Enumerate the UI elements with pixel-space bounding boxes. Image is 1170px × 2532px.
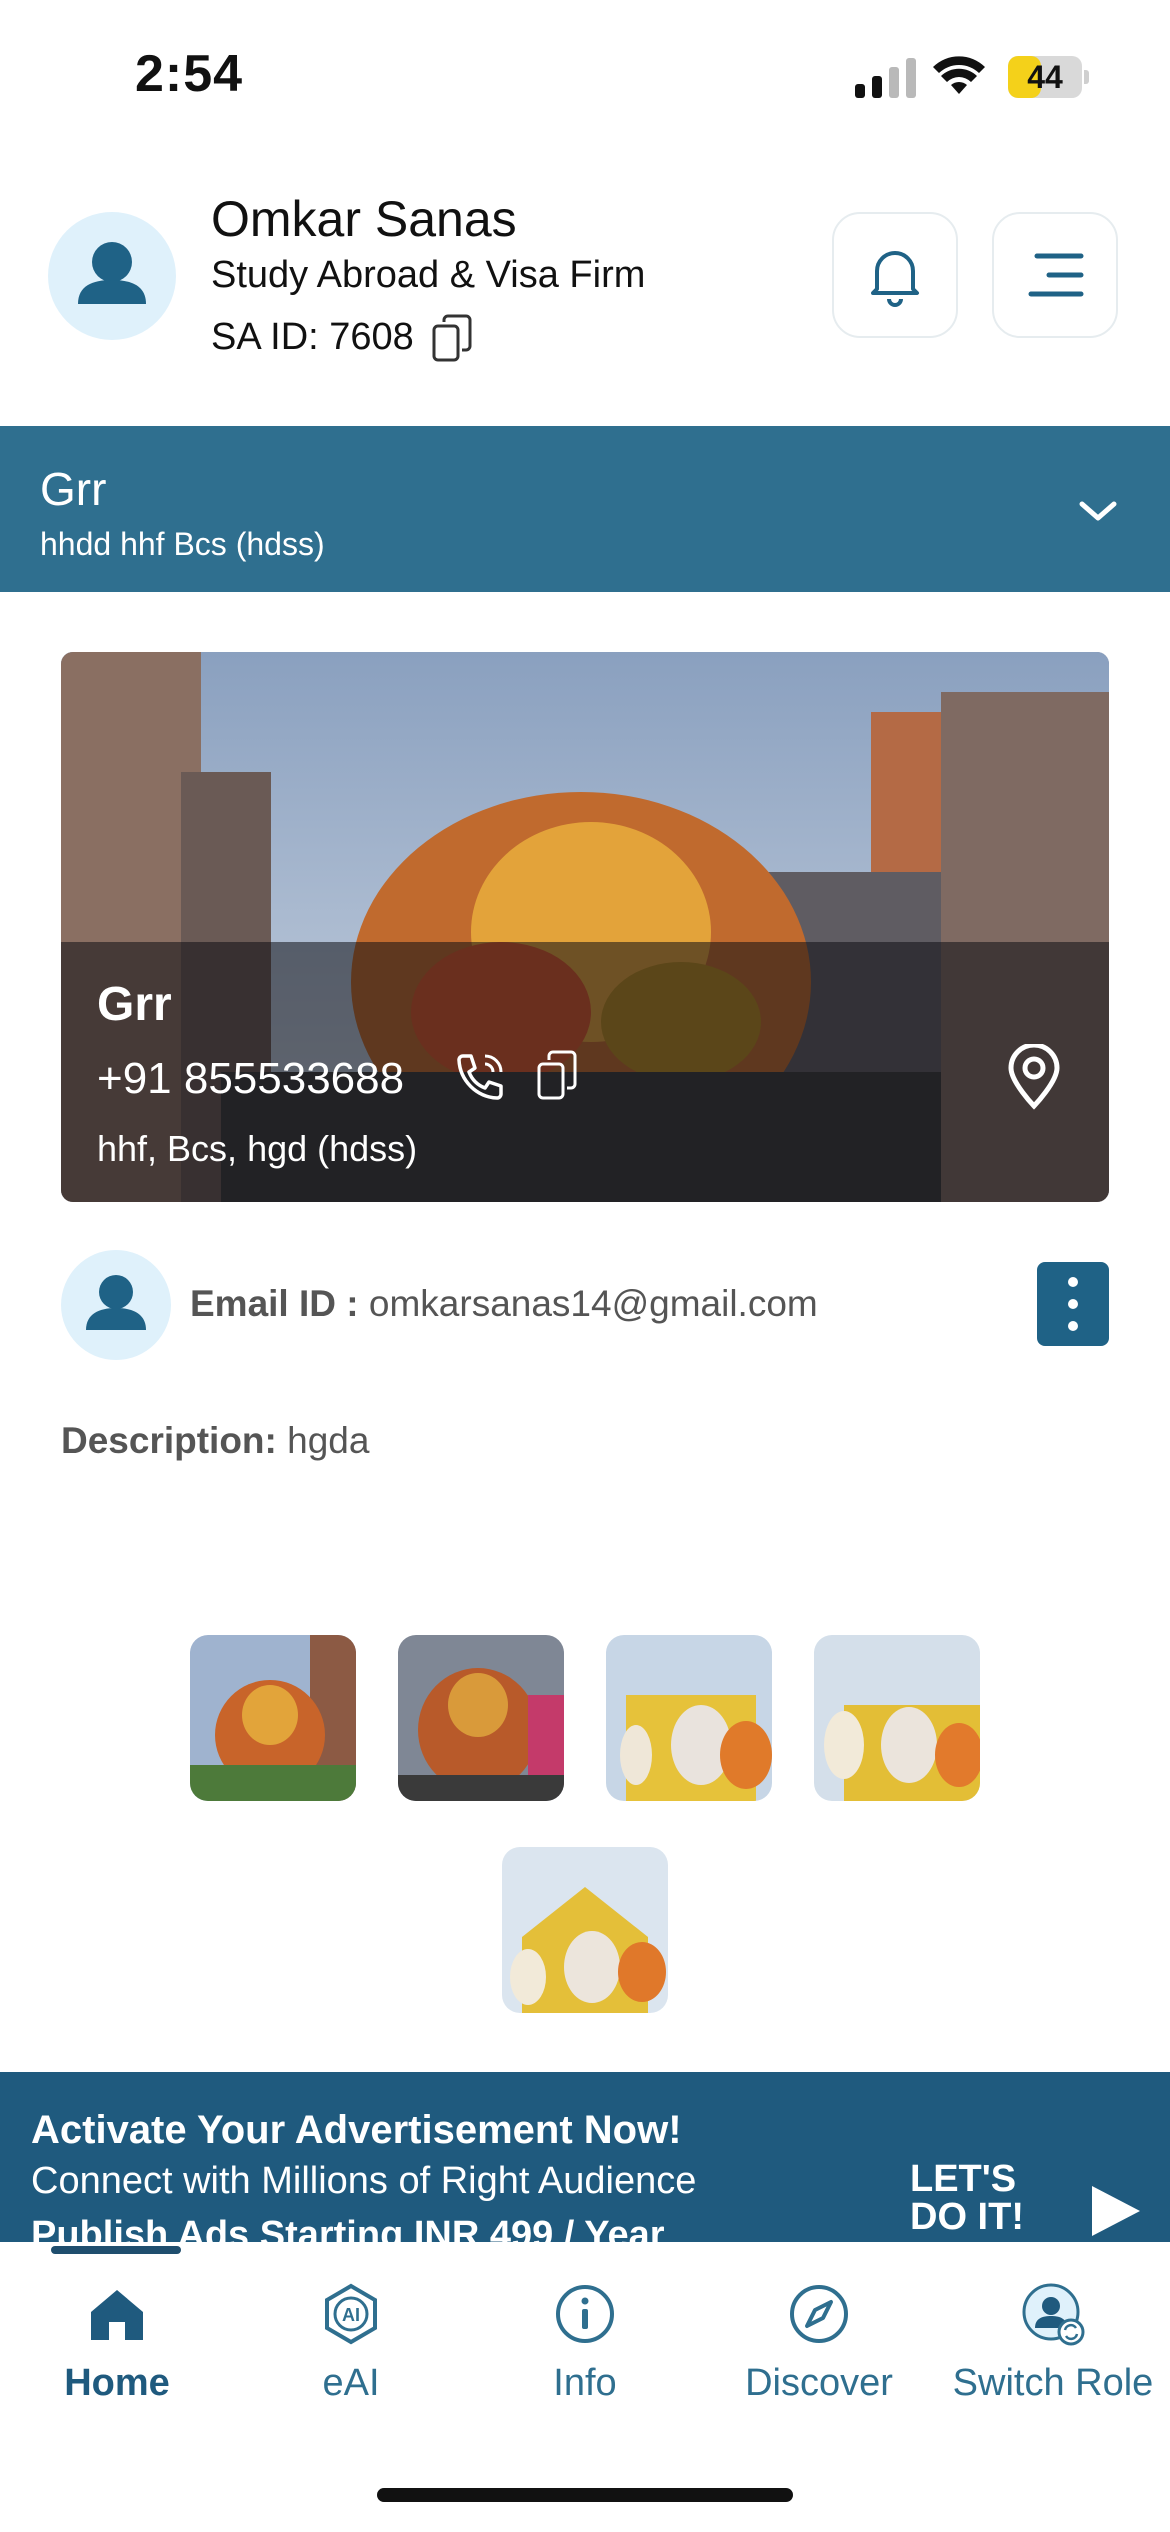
ad-cta-button[interactable]: LET'S DO IT! bbox=[908, 2160, 1158, 2240]
ai-icon: AI bbox=[325, 2283, 377, 2345]
copy-icon[interactable] bbox=[535, 1050, 579, 1102]
chevron-down-icon[interactable] bbox=[1078, 496, 1118, 526]
email-value[interactable]: omkarsanas14@gmail.com bbox=[369, 1283, 818, 1324]
phone-call-icon[interactable] bbox=[453, 1050, 507, 1104]
sa-id: SA ID: 7608 bbox=[211, 316, 414, 358]
status-time: 2:54 bbox=[135, 45, 244, 103]
avatar[interactable] bbox=[48, 212, 176, 340]
home-icon bbox=[91, 2290, 143, 2340]
battery-icon: 44 bbox=[1008, 56, 1089, 98]
user-icon bbox=[78, 242, 146, 304]
nav-item-switch-role[interactable]: Switch Role bbox=[936, 2282, 1170, 2452]
user-icon bbox=[86, 1275, 146, 1330]
ad-cta-label: LET'S DO IT! bbox=[910, 2158, 1024, 2238]
nav-item-discover[interactable]: Discover bbox=[702, 2282, 936, 2452]
description-label: Description: bbox=[61, 1420, 277, 1461]
gallery-thumbnail[interactable] bbox=[606, 1635, 772, 1801]
nav-item-home[interactable]: Home bbox=[0, 2282, 234, 2452]
ad-price-line: Publish Ads Starting INR 499 / Year bbox=[31, 2214, 665, 2242]
bell-icon bbox=[871, 251, 919, 307]
info-icon bbox=[556, 2285, 614, 2343]
more-vertical-icon bbox=[1068, 1277, 1078, 1331]
selector-subtitle: hhdd hhf Bcs (hdss) bbox=[40, 526, 325, 562]
svg-text:AI: AI bbox=[342, 2305, 360, 2325]
gallery-thumbnail[interactable] bbox=[398, 1635, 564, 1801]
description: Description: hgda bbox=[61, 1420, 369, 1462]
listing-phone: +91 855533688 bbox=[97, 1054, 405, 1103]
ad-banner[interactable]: Activate Your Advertisement Now! Connect… bbox=[0, 2072, 1170, 2242]
contact-avatar bbox=[61, 1250, 171, 1360]
copy-icon[interactable] bbox=[430, 314, 474, 364]
selector-title: Grr bbox=[40, 463, 107, 515]
listing-address: hhf, Bcs, hgd (hdss) bbox=[97, 1128, 418, 1169]
cellular-signal-icon bbox=[855, 58, 916, 98]
nav-label: eAI bbox=[322, 2362, 380, 2404]
gallery-thumbnail[interactable] bbox=[190, 1635, 356, 1801]
description-value: hgda bbox=[287, 1420, 370, 1461]
email-label: Email ID : bbox=[190, 1283, 359, 1324]
location-pin-icon[interactable] bbox=[1005, 1044, 1063, 1110]
listing-title: Grr bbox=[97, 978, 172, 1031]
nav-label: Info bbox=[553, 2362, 617, 2404]
status-bar: 2:54 44 bbox=[0, 0, 1170, 150]
nav-label: Discover bbox=[745, 2362, 893, 2404]
more-options-button[interactable] bbox=[1037, 1262, 1109, 1346]
email-row: Email ID : omkarsanas14@gmail.com bbox=[190, 1283, 818, 1325]
home-indicator bbox=[377, 2488, 793, 2502]
nav-label: Switch Role bbox=[952, 2362, 1154, 2404]
menu-button[interactable] bbox=[992, 212, 1118, 338]
play-arrow-icon bbox=[1092, 2186, 1140, 2236]
firm-name: Study Abroad & Visa Firm bbox=[211, 254, 646, 296]
ad-title: Activate Your Advertisement Now! bbox=[31, 2108, 682, 2152]
battery-percent: 44 bbox=[1027, 59, 1063, 95]
nav-item-info[interactable]: Info bbox=[468, 2282, 702, 2452]
nav-label: Home bbox=[64, 2362, 170, 2404]
listing-selector[interactable]: Grr hhdd hhf Bcs (hdss) bbox=[0, 426, 1170, 592]
listing-card[interactable]: Grr +91 855533688 hhf, Bcs, hgd (hdss) bbox=[61, 652, 1109, 1202]
notifications-button[interactable] bbox=[832, 212, 958, 338]
menu-icon bbox=[1028, 253, 1084, 297]
switch-role-icon bbox=[1022, 2283, 1085, 2346]
wifi-icon bbox=[933, 56, 985, 94]
ad-subtitle: Connect with Millions of Right Audience bbox=[31, 2160, 697, 2202]
profile-header: Omkar Sanas Study Abroad & Visa Firm SA … bbox=[0, 150, 1170, 426]
gallery-thumbnail[interactable] bbox=[502, 1847, 668, 2013]
nav-item-eai[interactable]: AI eAI bbox=[234, 2282, 468, 2452]
compass-icon bbox=[790, 2285, 848, 2343]
gallery-thumbnail[interactable] bbox=[814, 1635, 980, 1801]
profile-name: Omkar Sanas bbox=[211, 191, 517, 247]
